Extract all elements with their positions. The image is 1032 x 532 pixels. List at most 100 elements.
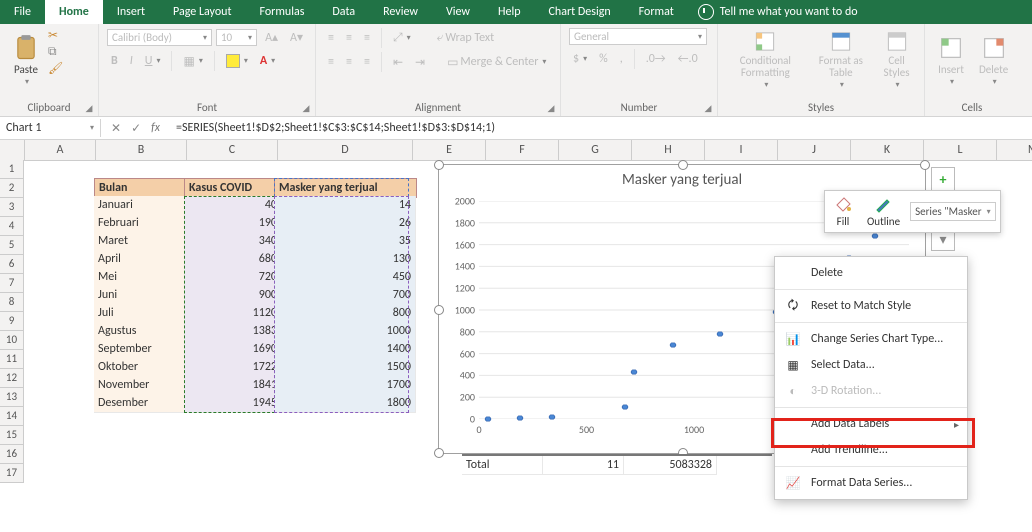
col-header-A[interactable]: A — [25, 140, 96, 161]
row-header-1[interactable]: 1 — [0, 160, 24, 179]
cell-B12[interactable]: Oktober — [94, 358, 192, 377]
row-header-6[interactable]: 6 — [0, 255, 24, 274]
row-header-8[interactable]: 8 — [0, 293, 24, 312]
data-point[interactable] — [548, 411, 556, 419]
cell-C10[interactable]: 1383 — [184, 322, 282, 341]
bold-button[interactable]: B — [107, 52, 122, 70]
row-header-14[interactable]: 14 — [0, 407, 24, 426]
align-top-icon[interactable]: ≡ — [324, 29, 338, 47]
cell-D12[interactable]: 1500 — [274, 358, 416, 377]
col-header-K[interactable]: K — [851, 140, 924, 161]
cell-C7[interactable]: 720 — [184, 268, 282, 287]
data-point[interactable] — [716, 328, 724, 336]
cell-D13[interactable]: 1700 — [274, 376, 416, 395]
number-format-combo[interactable]: General▾ — [569, 28, 707, 45]
tab-insert[interactable]: Insert — [103, 0, 159, 24]
copy-icon[interactable]: ⧉ — [48, 45, 63, 59]
cell-C8[interactable]: 900 — [184, 286, 282, 305]
fx-icon[interactable]: fx — [151, 121, 160, 136]
select-all-corner[interactable] — [0, 140, 25, 161]
row-header-10[interactable]: 10 — [0, 331, 24, 350]
row-header-12[interactable]: 12 — [0, 369, 24, 388]
tab-view[interactable]: View — [432, 0, 484, 24]
align-middle-icon[interactable]: ≡ — [342, 29, 356, 47]
cell-D2[interactable]: Masker yang terjual — [274, 178, 417, 198]
align-left-icon[interactable]: ≡ — [324, 53, 338, 71]
align-bottom-icon[interactable]: ≡ — [360, 29, 374, 47]
tab-formulas[interactable]: Formulas — [245, 0, 318, 24]
merge-center-button[interactable]: ▭ Merge & Center▾ — [443, 53, 550, 72]
border-button[interactable]: ▦▾ — [179, 52, 206, 71]
ctx-add-data-labels[interactable]: Add Data Labels▸ — [775, 411, 967, 437]
formula-bar[interactable]: =SERIES(Sheet1!$D$2;Sheet1!$C$3:$C$14;Sh… — [170, 119, 1032, 137]
cell-D6[interactable]: 130 — [274, 250, 416, 269]
ctx-add-trendline[interactable]: Add Trendline... — [775, 437, 967, 463]
font-size-combo[interactable]: 10▾ — [216, 29, 257, 46]
cell-B3[interactable]: Januari — [94, 196, 192, 215]
cell-C4[interactable]: 190 — [184, 214, 282, 233]
conditional-formatting-button[interactable]: Conditional Formatting▾ — [726, 28, 805, 92]
col-header-I[interactable]: I — [705, 140, 778, 161]
row-header-11[interactable]: 11 — [0, 350, 24, 369]
cell-B9[interactable]: Juli — [94, 304, 192, 323]
orientation-icon[interactable]: ⤢▾ — [389, 29, 415, 47]
ctx-format-data-series[interactable]: 📈Format Data Series... — [775, 470, 967, 496]
tab-data[interactable]: Data — [318, 0, 369, 24]
cell-B10[interactable]: Agustus — [94, 322, 192, 341]
name-box[interactable]: Chart 1▾ — [0, 119, 101, 137]
cell-B7[interactable]: Mei — [94, 268, 192, 287]
cell-B8[interactable]: Juni — [94, 286, 192, 305]
decrease-font-icon[interactable]: A▾ — [286, 28, 307, 47]
enter-formula-icon[interactable]: ✓ — [131, 121, 141, 136]
col-header-E[interactable]: E — [413, 140, 486, 161]
mini-outline-button[interactable]: Outline — [863, 195, 904, 228]
cell-C3[interactable]: 40 — [184, 196, 282, 215]
cell-B13[interactable]: November — [94, 376, 192, 395]
tab-review[interactable]: Review — [369, 0, 432, 24]
col-header-H[interactable]: H — [632, 140, 705, 161]
align-right-icon[interactable]: ≡ — [360, 53, 374, 71]
col-header-J[interactable]: J — [778, 140, 851, 161]
data-point[interactable] — [630, 366, 638, 374]
insert-cells-button[interactable]: Insert▾ — [933, 28, 969, 92]
tab-format[interactable]: Format — [625, 0, 688, 24]
col-header-G[interactable]: G — [559, 140, 632, 161]
cut-icon[interactable]: ✂ — [48, 28, 63, 43]
mini-series-combo[interactable]: Series "Masker▾ — [910, 202, 996, 221]
col-header-B[interactable]: B — [96, 140, 187, 161]
format-as-table-button[interactable]: Format as Table▾ — [813, 28, 869, 92]
tab-chart-design[interactable]: Chart Design — [535, 0, 625, 24]
chart-elements-button[interactable]: + — [931, 167, 955, 191]
cell-C6[interactable]: 680 — [184, 250, 282, 269]
ctx-delete[interactable]: Delete — [775, 260, 967, 286]
fill-color-button[interactable]: ▾ — [222, 52, 252, 70]
align-center-icon[interactable]: ≡ — [342, 53, 356, 71]
tab-help[interactable]: Help — [484, 0, 535, 24]
data-point[interactable] — [484, 413, 492, 421]
delete-cells-button[interactable]: Delete▾ — [975, 28, 1012, 92]
mini-fill-button[interactable]: Fill — [829, 195, 857, 228]
ctx-change-chart-type[interactable]: 📊Change Series Chart Type... — [775, 326, 967, 352]
col-header-L[interactable]: L — [924, 140, 997, 161]
cell-D3[interactable]: 14 — [274, 196, 416, 215]
cell-B14[interactable]: Desember — [94, 394, 192, 413]
cell-D8[interactable]: 700 — [274, 286, 416, 305]
col-header-C[interactable]: C — [187, 140, 278, 161]
cell-C12[interactable]: 1722 — [184, 358, 282, 377]
row-header-17[interactable]: 17 — [0, 464, 24, 483]
cell-B11[interactable]: September — [94, 340, 192, 359]
italic-button[interactable]: I — [126, 52, 137, 70]
cell-C5[interactable]: 340 — [184, 232, 282, 251]
cell-C9[interactable]: 1120 — [184, 304, 282, 323]
percent-icon[interactable]: % — [595, 50, 612, 68]
paste-button[interactable]: Paste▾ — [8, 28, 44, 92]
cell-D7[interactable]: 450 — [274, 268, 416, 287]
cancel-formula-icon[interactable]: ✕ — [111, 121, 121, 136]
ctx-reset[interactable]: 🗘Reset to Match Style — [775, 293, 967, 319]
font-family-combo[interactable]: Calibri (Body)▾ — [107, 29, 212, 46]
decrease-indent-icon[interactable]: ⇤ — [389, 53, 407, 72]
underline-button[interactable]: U▾ — [141, 52, 165, 70]
increase-decimal-icon[interactable]: .0→ — [642, 50, 670, 68]
cell-B6[interactable]: April — [94, 250, 192, 269]
increase-font-icon[interactable]: A▴ — [261, 28, 282, 47]
